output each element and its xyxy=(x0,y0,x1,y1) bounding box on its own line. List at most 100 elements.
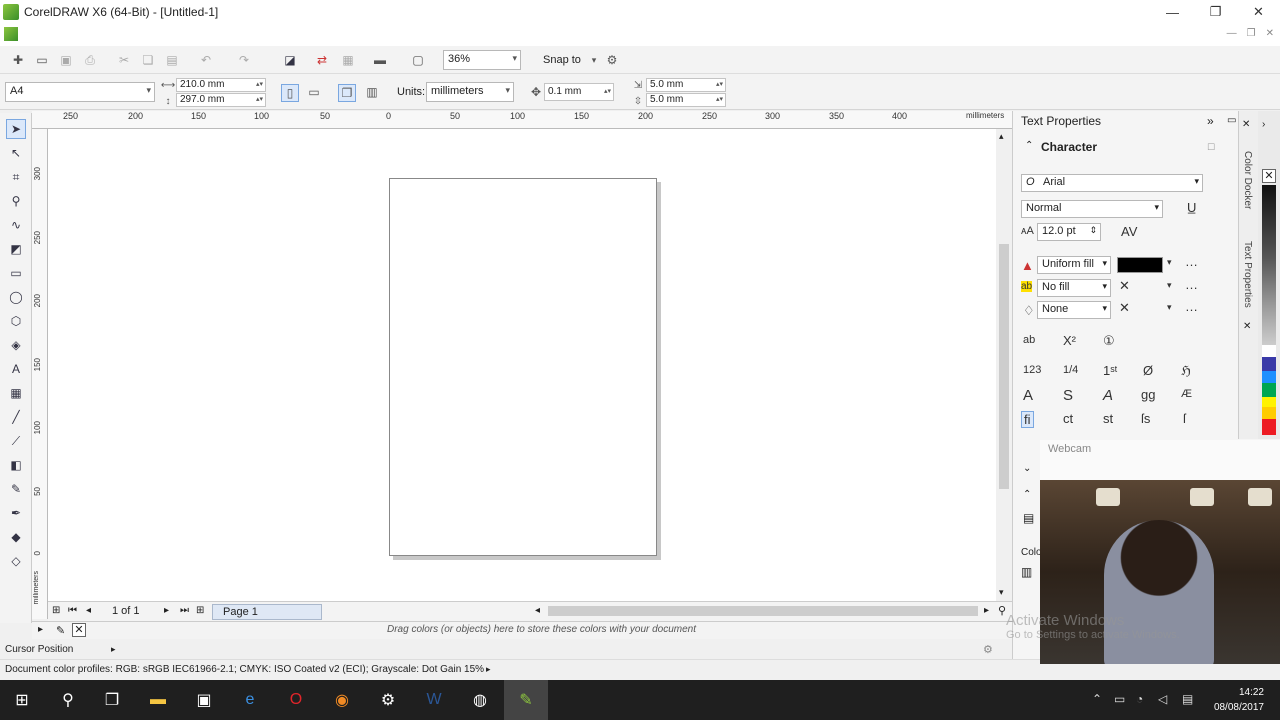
landscape-orientation-icon[interactable]: ▭ xyxy=(306,84,322,100)
font-style-dropdown[interactable]: Normal ▾ xyxy=(1021,200,1163,218)
numerals-icon[interactable]: 123 xyxy=(1023,364,1041,376)
eyedropper-icon[interactable]: ✎ xyxy=(56,624,65,637)
first-page-icon[interactable]: ⏮ xyxy=(68,605,77,616)
slashed-zero-icon[interactable]: Ø xyxy=(1143,363,1153,378)
outline-no-color-x-icon[interactable]: ✕ xyxy=(1119,300,1130,316)
polygon-tool-icon[interactable]: ⬡ xyxy=(6,311,26,331)
portrait-orientation-icon[interactable]: ▯ xyxy=(281,84,299,102)
long-s-icon[interactable]: ſ xyxy=(1183,411,1186,426)
bg-fill-settings-icon[interactable]: … xyxy=(1185,277,1198,292)
redo-icon[interactable]: ↷ xyxy=(236,52,252,68)
basic-shapes-tool-icon[interactable]: ◈ xyxy=(6,335,26,355)
scroll-up-icon[interactable]: ▴ xyxy=(999,131,1004,142)
copy-icon[interactable]: ❏ xyxy=(140,52,156,68)
units-dropdown[interactable]: millimeters ▾ xyxy=(426,82,514,102)
docker-close-icon[interactable]: ✕ xyxy=(1242,119,1250,130)
table-tool-icon[interactable]: ▦ xyxy=(6,383,26,403)
color-docker-tab[interactable]: Color Docker xyxy=(1242,151,1253,209)
zoom-navigator-icon[interactable]: ⚲ xyxy=(998,604,1006,617)
outline-settings-icon[interactable]: … xyxy=(1185,299,1198,314)
scroll-right-icon[interactable]: ▸ xyxy=(984,605,989,616)
store-icon[interactable]: ▣ xyxy=(182,680,226,720)
contextual-alternates-icon[interactable]: ℌ xyxy=(1181,363,1191,379)
start-windows-icon[interactable]: ⊞ xyxy=(0,680,44,720)
color-swatch[interactable] xyxy=(1262,345,1276,357)
crop-tool-icon[interactable]: ⌗ xyxy=(6,167,26,187)
grayscale-swatches[interactable] xyxy=(1262,185,1276,345)
no-color-x-icon[interactable]: ✕ xyxy=(1119,278,1130,294)
minimize-button[interactable]: — xyxy=(1151,0,1194,24)
horizontal-ruler[interactable]: 250 200 150 100 50 0 50 100 150 200 250 … xyxy=(32,111,1012,129)
text-tool-icon[interactable]: A xyxy=(6,359,26,379)
fraction-icon[interactable]: 1/4 xyxy=(1063,364,1078,376)
word-app-icon[interactable]: W xyxy=(412,680,456,720)
full-screen-preview-icon[interactable]: ▢ xyxy=(410,52,426,68)
font-family-dropdown[interactable]: O Arial ▾ xyxy=(1021,174,1203,192)
save-icon[interactable]: ▣ xyxy=(58,52,74,68)
tab-close-icon[interactable]: ✕ xyxy=(1243,321,1251,332)
task-view-icon[interactable]: ❐ xyxy=(90,680,134,720)
blend-tool-icon[interactable]: ◧ xyxy=(6,455,26,475)
color-swatch[interactable] xyxy=(1262,397,1276,407)
spin-arrows-icon[interactable]: ▴▾ xyxy=(716,94,723,106)
print-icon[interactable]: ⎙ xyxy=(82,52,98,68)
scroll-down-icon[interactable]: ▾ xyxy=(999,587,1004,598)
battery-icon[interactable]: ▭ xyxy=(1114,692,1125,706)
historical-ligatures-icon[interactable]: st xyxy=(1103,411,1113,426)
add-page-before-icon[interactable]: ⊞ xyxy=(52,605,60,616)
status-settings-icon[interactable]: ⚙ xyxy=(983,643,993,656)
columns-icon[interactable]: ▥ xyxy=(1021,565,1032,579)
zoom-tool-icon[interactable]: ⚲ xyxy=(6,191,26,211)
fill-color-chevron-icon[interactable]: ▾ xyxy=(1167,257,1172,268)
opera-browser-icon[interactable]: O xyxy=(274,680,318,720)
background-fill-dropdown[interactable]: No fill ▾ xyxy=(1037,279,1111,297)
previous-page-icon[interactable]: ◂ xyxy=(86,605,91,616)
doc-close-icon[interactable]: ✕ xyxy=(1266,28,1274,39)
rectangle-tool-icon[interactable]: ▭ xyxy=(6,263,26,283)
duplicate-x-input[interactable]: 5.0 mm ▴▾ xyxy=(646,78,726,92)
color-profiles-text[interactable]: Document color profiles: RGB: sRGB IEC61… xyxy=(5,664,484,675)
docker-minimize-icon[interactable]: ▭ xyxy=(1227,115,1236,126)
paste-icon[interactable]: ▤ xyxy=(164,52,180,68)
undo-icon[interactable]: ↶ xyxy=(198,52,214,68)
color-swatch[interactable] xyxy=(1262,357,1276,371)
vertical-ruler[interactable]: 300 250 200 150 100 50 0 millimeters xyxy=(32,129,48,619)
no-color-swatch-icon[interactable]: ✕ xyxy=(1262,169,1276,183)
coreldraw-taskbar-icon[interactable]: ✎ xyxy=(504,680,548,720)
pick-tool-icon[interactable]: ➤ xyxy=(6,119,26,139)
paper-preset-dropdown[interactable]: A4 ▾ xyxy=(5,82,155,102)
duplicate-y-input[interactable]: 5.0 mm ▴▾ xyxy=(646,93,726,107)
next-page-icon[interactable]: ▸ xyxy=(164,605,169,616)
discretionary-ligatures-icon[interactable]: ct xyxy=(1063,411,1073,426)
close-button[interactable]: ✕ xyxy=(1237,0,1280,24)
status-expand-icon[interactable]: ▸ xyxy=(111,644,116,655)
interactive-fill-tool-icon[interactable]: ◇ xyxy=(6,551,26,571)
snap-to-button[interactable]: Snap to xyxy=(543,54,581,66)
eyedropper-tool-icon[interactable]: ✎ xyxy=(6,479,26,499)
options-icon[interactable]: ⚙ xyxy=(604,52,620,68)
ellipse-tool-icon[interactable]: ◯ xyxy=(6,287,26,307)
connector-tool-icon[interactable]: ⟋ xyxy=(6,431,26,451)
outline-color-chevron-icon[interactable]: ▾ xyxy=(1167,302,1172,313)
taskbar-clock[interactable]: 14:22 08/08/2017 xyxy=(1214,685,1264,715)
historical-forms-icon[interactable]: ſs xyxy=(1141,411,1150,426)
fill-color-swatch[interactable] xyxy=(1117,257,1163,273)
titling-alternates-icon[interactable]: Æ xyxy=(1181,388,1192,400)
application-launcher-icon[interactable]: ▬ xyxy=(372,52,388,68)
palette-scroll-up-icon[interactable]: › xyxy=(1262,119,1265,130)
smart-fill-tool-icon[interactable]: ◩ xyxy=(6,239,26,259)
horizontal-scroll-thumb[interactable] xyxy=(548,606,978,616)
text-properties-tab[interactable]: Text Properties xyxy=(1242,241,1253,308)
current-page-icon[interactable]: ▥ xyxy=(364,84,380,100)
fill-settings-icon[interactable]: … xyxy=(1185,254,1198,269)
cut-icon[interactable]: ✂ xyxy=(116,52,132,68)
doc-minimize-icon[interactable]: — xyxy=(1227,28,1237,39)
standard-ligatures-icon[interactable]: ﬁ xyxy=(1021,411,1034,428)
publish-pdf-icon[interactable]: ▦ xyxy=(340,52,356,68)
section-checkbox-icon[interactable]: ☐ xyxy=(1207,142,1215,153)
document-page[interactable] xyxy=(389,178,657,556)
ordinals-icon[interactable]: ① xyxy=(1103,333,1115,349)
spin-arrows-icon[interactable]: ▴▾ xyxy=(256,79,263,91)
open-folder-icon[interactable]: ▭ xyxy=(34,52,50,68)
scroll-left-icon[interactable]: ◂ xyxy=(535,605,540,616)
